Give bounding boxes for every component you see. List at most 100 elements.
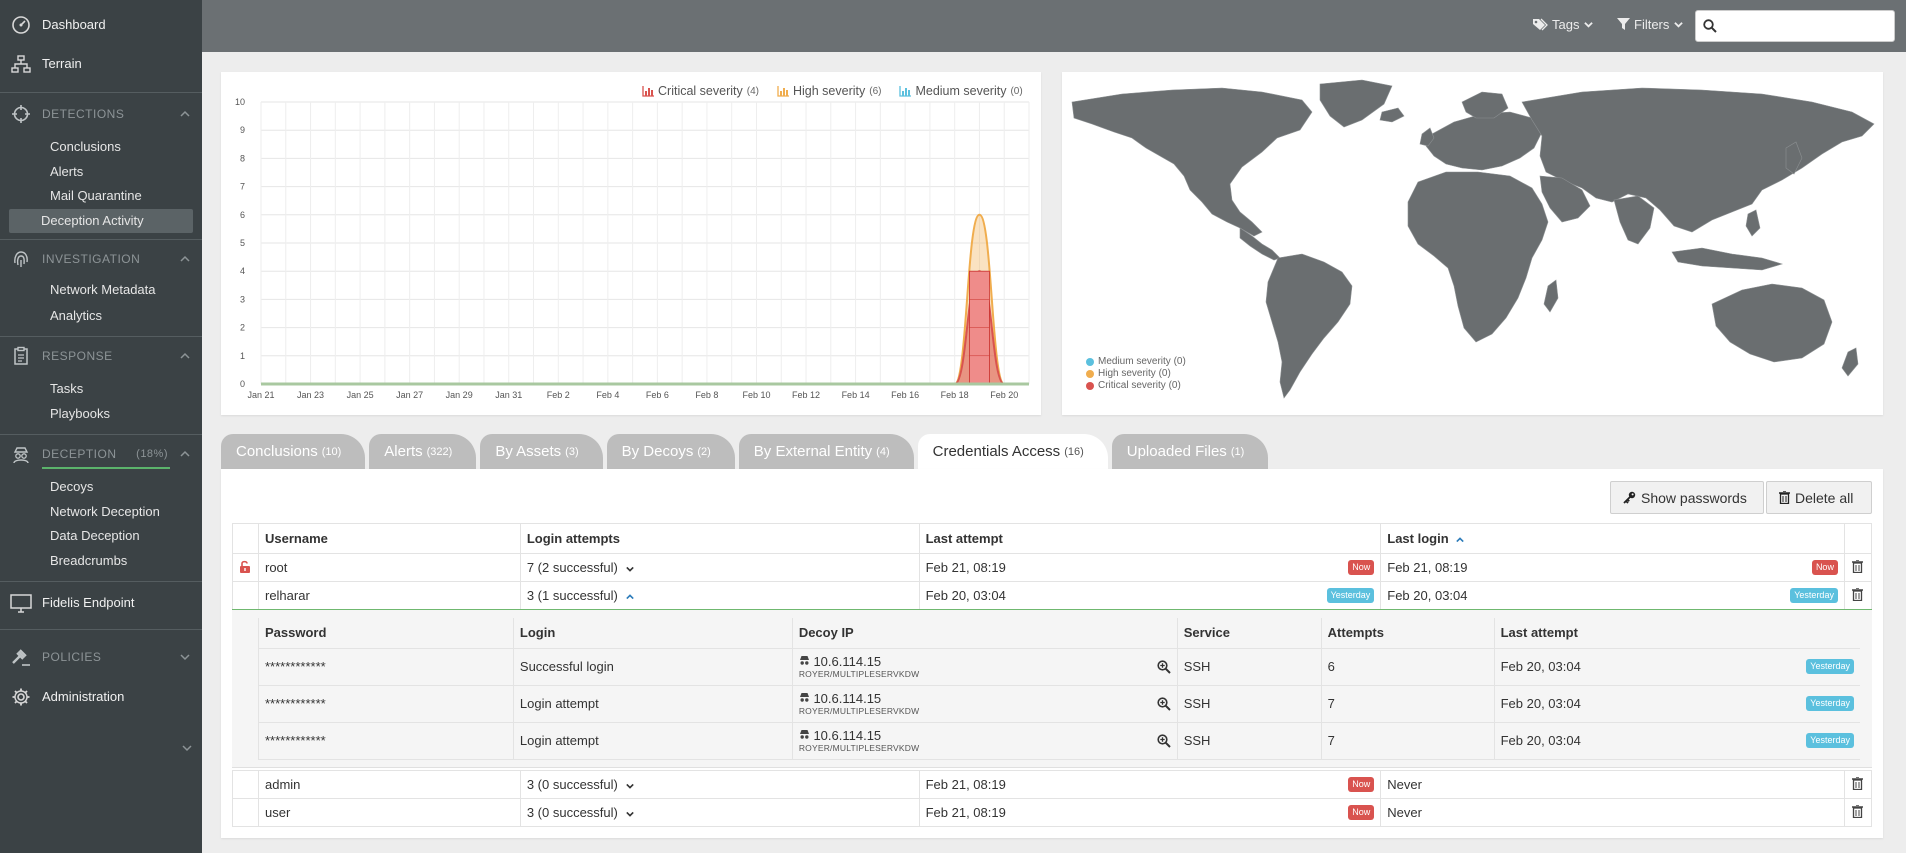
table-row[interactable]: user 3 (0 successful) Feb 21, 08:19 Now …: [232, 798, 1873, 827]
tags-dropdown[interactable]: Tags: [1532, 17, 1594, 32]
tab-by-decoys[interactable]: By Decoys (2): [606, 434, 735, 469]
trash-icon[interactable]: [1852, 586, 1864, 601]
header-login-attempts[interactable]: Login attempts: [519, 523, 920, 554]
search-input[interactable]: [1722, 11, 1892, 39]
header-last-login[interactable]: Last login: [1380, 523, 1845, 554]
section-detections[interactable]: DETECTIONS: [0, 101, 202, 127]
search-box[interactable]: [1695, 10, 1895, 42]
section-response[interactable]: RESPONSE: [0, 343, 202, 369]
header-last-attempt[interactable]: Last attempt: [918, 523, 1382, 554]
filters-label: Filters: [1634, 17, 1670, 32]
last-attempt-text: Feb 20, 03:04: [1500, 733, 1581, 748]
cell-decoy-ip: 10.6.114.15 ROYER/MULTIPLESERVKDW: [791, 685, 1178, 723]
cell-last-attempt: Feb 20, 03:04 Yesterday: [1493, 685, 1860, 723]
cell-username: admin: [257, 770, 521, 799]
map-legend-medium[interactable]: Medium severity (0): [1086, 356, 1186, 368]
delete-all-button[interactable]: Delete all: [1766, 481, 1872, 514]
table-row-expanded[interactable]: relharar 3 (1 successful) Feb 20, 03:04 …: [232, 581, 1873, 610]
row-delete-cell[interactable]: [1843, 553, 1873, 582]
nav-conclusions[interactable]: Conclusions: [9, 135, 193, 160]
section-response-title: RESPONSE: [42, 349, 113, 363]
nav-analytics[interactable]: Analytics: [9, 304, 193, 329]
show-passwords-label: Show passwords: [1641, 489, 1747, 506]
detail-header-decoy-ip: Decoy IP: [791, 618, 1178, 649]
row-status-cell: [232, 553, 259, 582]
nav-data-deception[interactable]: Data Deception: [9, 524, 193, 549]
nav-deception-activity[interactable]: Deception Activity: [9, 208, 193, 233]
nav-decoys[interactable]: Decoys: [9, 475, 193, 500]
tab-by-assets[interactable]: By Assets (3): [480, 434, 603, 469]
section-investigation[interactable]: INVESTIGATION: [0, 246, 202, 272]
tags-icon: [1533, 18, 1548, 30]
trash-icon[interactable]: [1852, 803, 1864, 818]
detail-header-row: Password Login Decoy IP Service Attempts…: [258, 618, 1860, 649]
decoy-hostname: ROYER/MULTIPLESERVKDW: [798, 669, 920, 679]
y-tick-label: 6: [240, 210, 245, 220]
key-icon: [1623, 491, 1636, 504]
section-deception[interactable]: DECEPTION (18%): [0, 441, 202, 467]
map-legend-critical[interactable]: Critical severity (0): [1086, 380, 1186, 392]
x-tick-label: Feb 8: [695, 390, 718, 400]
nav-administration[interactable]: Administration: [0, 684, 202, 709]
tab-credentials-access[interactable]: Credentials Access (16): [917, 434, 1108, 469]
chevron-down-icon: [182, 745, 192, 752]
deception-spy-icon: [10, 443, 32, 465]
nav-tasks[interactable]: Tasks: [9, 377, 193, 402]
zoom-in-icon[interactable]: [1157, 659, 1171, 674]
cell-last-attempt: Feb 20, 03:04 Yesterday: [1493, 722, 1860, 760]
header-username[interactable]: Username: [257, 523, 521, 554]
zoom-in-icon[interactable]: [1157, 733, 1171, 748]
nav-breadcrumbs[interactable]: Breadcrumbs: [9, 549, 193, 574]
tab-uploaded-files[interactable]: Uploaded Files (1): [1111, 434, 1269, 469]
tab-by-external-entity[interactable]: By External Entity (4): [738, 434, 914, 469]
table-row[interactable]: root 7 (2 successful) Feb 21, 08:19 Now …: [232, 553, 1873, 582]
cell-login-attempts[interactable]: 3 (0 successful): [519, 770, 920, 799]
tab-conclusions[interactable]: Conclusions (10): [221, 434, 366, 469]
last-attempt-text: Feb 21, 08:19: [925, 560, 1006, 575]
section-policies[interactable]: POLICIES: [0, 644, 202, 670]
last-attempt-text: Feb 20, 03:04: [1500, 659, 1581, 674]
trash-icon[interactable]: [1852, 775, 1864, 790]
nav-fidelis-endpoint-label: Fidelis Endpoint: [42, 595, 135, 610]
map-legend-high[interactable]: High severity (0): [1086, 368, 1186, 380]
nav-mail-quarantine[interactable]: Mail Quarantine: [9, 184, 193, 209]
row-delete-cell[interactable]: [1843, 581, 1873, 610]
cell-password: ************: [258, 685, 514, 723]
nav-dashboard[interactable]: Dashboard: [0, 12, 202, 37]
nav-network-metadata[interactable]: Network Metadata: [9, 278, 193, 303]
nav-alerts[interactable]: Alerts: [9, 160, 193, 185]
y-tick-label: 1: [240, 351, 245, 361]
tab-alerts[interactable]: Alerts (322): [369, 434, 477, 469]
cell-attempts: 7: [1320, 722, 1495, 760]
nav-terrain-label: Terrain: [42, 56, 82, 71]
row-status-cell: [232, 770, 259, 799]
cell-login-attempts[interactable]: 3 (0 successful): [519, 798, 920, 827]
login-detail-table: Password Login Decoy IP Service Attempts…: [258, 618, 1860, 760]
cell-login-attempts[interactable]: 3 (1 successful): [519, 581, 920, 610]
sidebar-collapse-chevron[interactable]: [182, 741, 192, 756]
search-icon: [1703, 19, 1717, 33]
nav-fidelis-endpoint[interactable]: Fidelis Endpoint: [0, 590, 202, 615]
zoom-in-icon[interactable]: [1157, 696, 1171, 711]
cell-login-attempts[interactable]: 7 (2 successful): [519, 553, 920, 582]
trash-icon[interactable]: [1852, 558, 1864, 573]
section-deception-title: DECEPTION: [42, 447, 117, 461]
nav-terrain[interactable]: Terrain: [0, 51, 202, 76]
tab-label: Uploaded Files: [1126, 443, 1227, 460]
cell-last-attempt: Feb 20, 03:04 Yesterday: [1493, 648, 1860, 686]
row-delete-cell[interactable]: [1843, 770, 1873, 799]
table-row[interactable]: admin 3 (0 successful) Feb 21, 08:19 Now…: [232, 770, 1873, 799]
nav-network-deception[interactable]: Network Deception: [9, 500, 193, 525]
nav-playbooks[interactable]: Playbooks: [9, 402, 193, 427]
map-legend: Medium severity (0) High severity (0) Cr…: [1086, 356, 1186, 392]
decoy-ip-text: 10.6.114.15: [813, 728, 882, 743]
row-delete-cell[interactable]: [1843, 798, 1873, 827]
section-investigation-title: INVESTIGATION: [42, 252, 141, 266]
decoy-ip-text: 10.6.114.15: [813, 691, 882, 706]
filters-dropdown[interactable]: Filters: [1617, 17, 1684, 32]
map-india: [1613, 195, 1655, 245]
y-tick-label: 10: [235, 97, 245, 107]
show-passwords-button[interactable]: Show passwords: [1610, 481, 1764, 514]
tab-count: (3): [565, 445, 579, 458]
y-tick-label: 7: [240, 182, 245, 192]
